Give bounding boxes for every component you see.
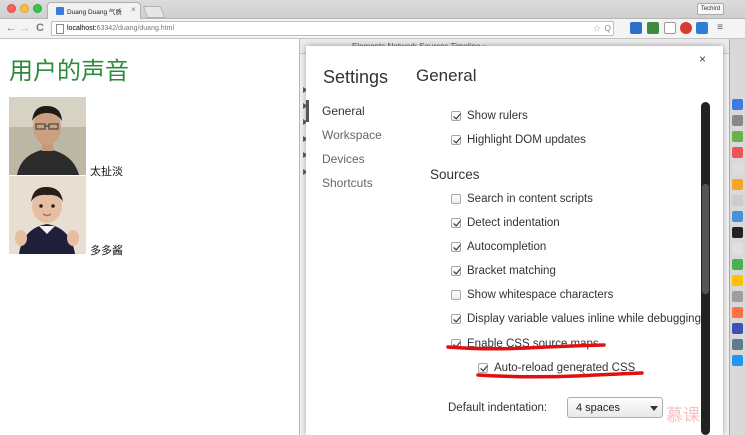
option-label: Search in content scripts [467,193,593,205]
extension-icon[interactable] [647,22,659,34]
avatar [9,97,86,175]
browser-menu-button[interactable]: ≡ [714,21,726,35]
checkbox[interactable] [451,314,461,324]
screen: Duang Duang 气质 × Techird ← → C localhost… [0,0,745,435]
dock-app-icon[interactable] [732,355,743,366]
dock-app-icon[interactable] [732,227,743,238]
tab-close-icon[interactable]: × [131,5,136,14]
tab-title: Duang Duang 气质 [67,9,122,16]
indentation-label: Default indentation: [448,402,548,414]
annotation-underline [446,340,606,358]
profile-button[interactable]: Techird [697,3,724,15]
settings-title: Settings [323,67,389,87]
dock-app-icon[interactable] [732,147,743,158]
settings-nav-workspace[interactable]: Workspace [322,128,382,142]
url-host: localhost: [67,25,97,32]
checkbox[interactable] [451,218,461,228]
tab-favicon-icon [56,7,64,15]
reload-button[interactable]: C [33,21,47,35]
scrollbar-thumb[interactable] [702,184,709,294]
bookmark-star-icon[interactable]: ☆ [593,22,601,35]
dock-app-icon[interactable] [732,243,743,254]
dock-app-icon[interactable] [732,99,743,110]
annotation-underline [476,368,646,387]
option-label: Autocompletion [467,241,547,253]
indentation-value: 4 spaces [576,402,621,414]
address-bar[interactable]: localhost:63342/duang/duang.html ☆ Q [51,21,614,36]
window-close-button[interactable] [7,4,16,13]
option-label: Show rulers [467,110,528,122]
indentation-select[interactable]: 4 spaces [567,397,663,418]
extension-icon[interactable] [696,22,708,34]
window-maximize-button[interactable] [33,4,42,13]
address-url[interactable]: localhost:63342/duang/duang.html [67,23,174,35]
scrollbar[interactable] [701,102,710,435]
checkbox[interactable] [451,135,461,145]
back-button[interactable]: ← [4,21,18,35]
checkbox[interactable] [451,194,461,204]
chevron-down-icon [650,406,658,411]
forward-button[interactable]: → [18,21,32,35]
url-path: 63342/duang/duang.html [96,25,175,32]
option-label: Bracket matching [467,265,556,277]
checkbox[interactable] [451,266,461,276]
search-icon[interactable]: Q [605,22,611,35]
dock-app-icon[interactable] [732,259,743,270]
checkbox[interactable] [451,290,461,300]
browser-tab-strip: Duang Duang 气质 × Techird [0,0,745,19]
dock-app-icon[interactable] [732,115,743,126]
extension-icon[interactable] [630,22,642,34]
dock-app-icon[interactable] [732,211,743,222]
desktop-dock [729,39,745,435]
dock-app-icon[interactable] [732,131,743,142]
window-minimize-button[interactable] [20,4,29,13]
settings-dialog: Settings General × General Workspace Dev… [306,46,723,435]
dock-app-icon[interactable] [732,195,743,206]
checkbox[interactable] [451,111,461,121]
page-icon [56,24,64,34]
avatar [9,176,86,254]
profile-name: 多多酱 [90,244,123,257]
extension-icon[interactable] [664,22,676,34]
dock-app-icon[interactable] [732,163,743,174]
settings-nav-general[interactable]: General [322,104,365,118]
dock-app-icon[interactable] [732,307,743,318]
new-tab-button[interactable] [142,6,166,18]
settings-nav-shortcuts[interactable]: Shortcuts [322,176,373,190]
dock-app-icon[interactable] [732,275,743,286]
browser-toolbar: ← → C localhost:63342/duang/duang.html ☆… [0,19,745,39]
mouse-cursor-icon: ↖ [579,367,587,377]
dock-app-icon[interactable] [732,339,743,350]
settings-nav-devices[interactable]: Devices [322,152,365,166]
section-title: General [416,66,477,85]
nav-selection-indicator [306,100,309,122]
dock-app-icon[interactable] [732,323,743,334]
option-label: Detect indentation [467,217,560,229]
sources-heading: Sources [430,167,480,182]
close-icon[interactable]: × [699,53,706,65]
option-label: Show whitespace characters [467,289,614,301]
dock-app-icon[interactable] [732,291,743,302]
profile-name: 太扯淡 [90,165,123,178]
option-label: Highlight DOM updates [467,134,586,146]
extension-icon[interactable] [680,22,692,34]
page-title: 用户的声音 [9,57,129,85]
dock-app-icon[interactable] [732,179,743,190]
browser-tab[interactable]: Duang Duang 气质 × [47,2,141,19]
web-page: 用户的声音 太扯淡 多多酱 [0,39,299,435]
option-label: Display variable values inline while deb… [467,313,701,325]
checkbox[interactable] [451,242,461,252]
watermark-logo: 慕课 [666,406,700,426]
